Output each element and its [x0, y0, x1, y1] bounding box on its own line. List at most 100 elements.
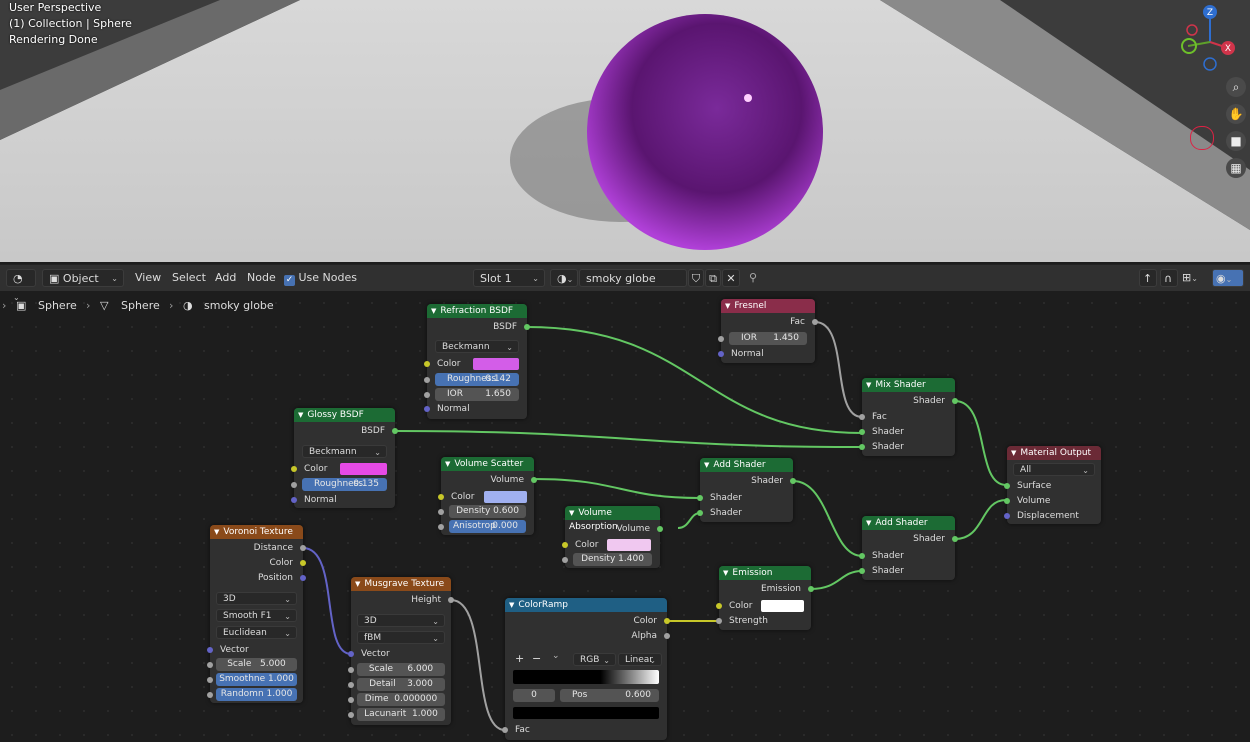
socket[interactable]: [697, 510, 703, 516]
node-glossy-bsdf[interactable]: ▼ Glossy BSDF BSDF Beckmann ⌄ Color Roughn…: [291, 408, 398, 508]
socket[interactable]: [300, 545, 306, 551]
node-voronoi-texture[interactable]: ▼ Voronoi Texture Distance Color Position…: [207, 525, 306, 703]
socket[interactable]: [424, 361, 430, 367]
socket[interactable]: [859, 553, 865, 559]
detail-field[interactable]: Detail 3.000: [348, 678, 445, 691]
interpolation-dropdown[interactable]: Linear ⌄: [618, 653, 662, 666]
socket[interactable]: [697, 495, 703, 501]
snap-settings-icon[interactable]: ⊞⌄: [1182, 269, 1198, 287]
node-material-output[interactable]: ▼ Material Output All ⌄ Surface Volume Dis…: [1004, 446, 1101, 524]
type-dropdown[interactable]: fBM ⌄: [357, 631, 445, 644]
node-mix-shader[interactable]: ▼ Mix Shader Shader Fac Shader Shader: [859, 378, 958, 456]
camera-icon[interactable]: ■: [1226, 131, 1246, 151]
scale-field[interactable]: Scale 5.000: [207, 658, 297, 671]
anisotropy-field[interactable]: Anisotrop 0.000: [438, 520, 526, 533]
node-colorramp[interactable]: ▼ ColorRamp Color Alpha + − ⌄ RGB ⌄ Linear…: [502, 598, 670, 740]
editor-type-button[interactable]: ◔ ⌄: [6, 269, 36, 302]
stop-index-field[interactable]: 0: [513, 689, 555, 702]
socket[interactable]: [790, 478, 796, 484]
stop-color-swatch[interactable]: [513, 707, 659, 719]
socket[interactable]: [808, 586, 814, 592]
scale-field[interactable]: Scale 6.000: [348, 663, 445, 676]
unlink-close-icon[interactable]: ✕: [722, 269, 740, 287]
remove-stop-button[interactable]: −: [532, 652, 541, 665]
distribution-dropdown[interactable]: Beckmann ⌄: [435, 340, 519, 353]
3d-viewport[interactable]: User Perspective (1) Collection | Sphere…: [0, 0, 1250, 262]
menu-view[interactable]: View: [135, 269, 161, 287]
node-fresnel[interactable]: ▼ Fresnel Fac IOR 1.450 Normal: [718, 299, 818, 363]
parent-node-icon[interactable]: ↑: [1139, 269, 1157, 287]
menu-select[interactable]: Select: [172, 269, 206, 287]
socket[interactable]: [952, 536, 958, 542]
object-type-dropdown[interactable]: ▣ Object ⌄: [42, 269, 124, 287]
socket[interactable]: [859, 568, 865, 574]
node-volume-absorption[interactable]: ▼ Volume Absorption Volume Color Density …: [562, 506, 663, 568]
color-mode-dropdown[interactable]: RGB ⌄: [573, 653, 616, 666]
randomness-field[interactable]: Randomn 1.000: [207, 688, 297, 701]
ior-field[interactable]: IOR 1.450: [718, 332, 807, 345]
pan-hand-icon[interactable]: ✋: [1226, 104, 1246, 124]
socket[interactable]: [291, 497, 297, 503]
density-field[interactable]: Density 0.600: [438, 505, 526, 518]
roughness-field[interactable]: Roughness 0.142: [424, 373, 519, 386]
distribution-dropdown[interactable]: Beckmann ⌄: [302, 445, 387, 458]
socket[interactable]: [812, 319, 818, 325]
color-swatch[interactable]: [607, 539, 651, 551]
socket[interactable]: [718, 351, 724, 357]
dimensions-dropdown[interactable]: 3D ⌄: [357, 614, 445, 627]
socket[interactable]: [448, 597, 454, 603]
socket[interactable]: [207, 647, 213, 653]
material-name-field[interactable]: smoky globe: [579, 269, 687, 287]
socket[interactable]: [859, 429, 865, 435]
socket[interactable]: [531, 477, 537, 483]
node-musgrave-texture[interactable]: ▼ Musgrave Texture Height 3D ⌄ fBM ⌄ Vector…: [348, 577, 454, 725]
node-emission[interactable]: ▼ Emission Emission Color Strength: [716, 566, 814, 630]
socket[interactable]: [1004, 513, 1010, 519]
socket[interactable]: [300, 575, 306, 581]
socket[interactable]: [562, 542, 568, 548]
socket[interactable]: [1004, 483, 1010, 489]
target-dropdown[interactable]: All ⌄: [1013, 463, 1095, 476]
node-volume-scatter[interactable]: ▼ Volume Scatter Volume Color Density 0.6…: [438, 457, 537, 535]
color-swatch[interactable]: [484, 491, 527, 503]
feature-dropdown[interactable]: Smooth F1 ⌄: [216, 609, 297, 622]
dimension-field[interactable]: Dime 0.000000: [348, 693, 445, 706]
node-editor[interactable]: ▼ Refraction BSDF BSDF Beckmann ⌄ Color Ro…: [0, 291, 1250, 742]
menu-add[interactable]: Add: [215, 269, 236, 287]
socket[interactable]: [300, 560, 306, 566]
lacunarity-field[interactable]: Lacunarit 1.000: [348, 708, 445, 721]
add-stop-button[interactable]: +: [515, 652, 524, 665]
dimensions-dropdown[interactable]: 3D ⌄: [216, 592, 297, 605]
color-ramp-bar[interactable]: [513, 670, 659, 684]
socket[interactable]: [524, 324, 530, 330]
color-swatch[interactable]: [761, 600, 804, 612]
metric-dropdown[interactable]: Euclidean ⌄: [216, 626, 297, 639]
duplicate-icon[interactable]: ⧉: [705, 269, 721, 287]
socket[interactable]: [1004, 498, 1010, 504]
roughness-field[interactable]: Roughness 0.135: [291, 478, 387, 491]
slot-dropdown[interactable]: Slot 1 ⌄: [473, 269, 545, 287]
socket[interactable]: [438, 494, 444, 500]
ramp-menu-chevron-icon[interactable]: ⌄: [552, 651, 560, 661]
snap-magnet-icon[interactable]: ∩: [1160, 269, 1178, 287]
socket[interactable]: [716, 603, 722, 609]
socket[interactable]: [392, 428, 398, 434]
socket[interactable]: [664, 618, 670, 624]
socket[interactable]: [859, 414, 865, 420]
socket[interactable]: [657, 526, 663, 532]
socket[interactable]: [859, 444, 865, 450]
node-add-shader-2[interactable]: ▼ Add Shader Shader Shader Shader: [859, 516, 958, 580]
axis-gizmo[interactable]: Z X: [1180, 2, 1240, 74]
menu-node[interactable]: Node: [247, 269, 276, 287]
color-swatch[interactable]: [473, 358, 519, 370]
socket[interactable]: [952, 398, 958, 404]
socket[interactable]: [348, 651, 354, 657]
zoom-icon[interactable]: ⌕: [1226, 77, 1246, 97]
socket[interactable]: [291, 466, 297, 472]
grid-icon[interactable]: ▦: [1226, 158, 1246, 178]
density-field[interactable]: Density 1.400: [562, 553, 652, 566]
ior-field[interactable]: IOR 1.650: [424, 388, 519, 401]
overlay-icon[interactable]: ◉⌄: [1212, 269, 1244, 287]
node-refraction-bsdf[interactable]: ▼ Refraction BSDF BSDF Beckmann ⌄ Color Ro…: [424, 304, 530, 419]
socket[interactable]: [502, 727, 508, 733]
